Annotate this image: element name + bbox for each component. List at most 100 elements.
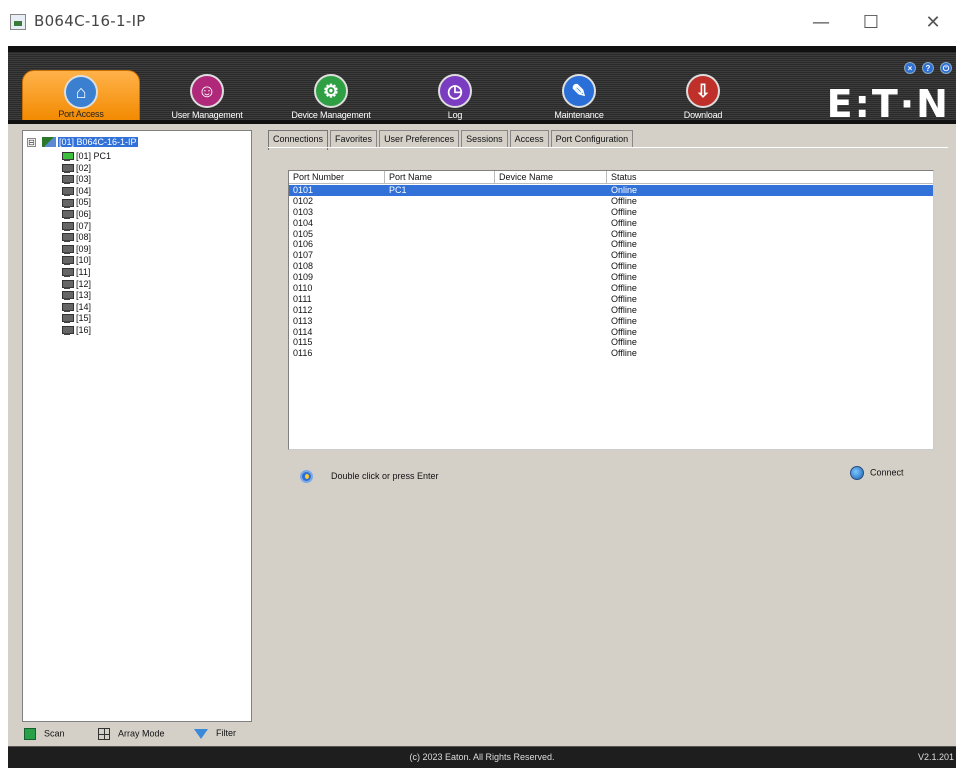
table-row[interactable]: 0106 Offline	[289, 239, 933, 250]
cell-status: Offline	[611, 337, 637, 348]
cell-status: Offline	[611, 228, 637, 239]
computer-icon	[61, 221, 74, 231]
tree-item-port-07[interactable]: [07]	[61, 221, 111, 233]
column-device-name[interactable]: Device Name	[495, 171, 607, 184]
tab-sessions[interactable]: Sessions	[461, 130, 508, 148]
computer-icon	[61, 256, 74, 266]
header-bar: ⌂ Port Access ☺ User Management ⚙ Device…	[8, 46, 956, 126]
filter-icon	[194, 728, 208, 739]
nav-log[interactable]: ◷ Log	[396, 70, 514, 122]
table-row[interactable]: 0109 Offline	[289, 272, 933, 283]
scan-button[interactable]: Scan	[24, 728, 65, 740]
tab-port-configuration[interactable]: Port Configuration	[550, 130, 634, 148]
cell-port-number: 0107	[293, 250, 314, 261]
tree-item-label: [08]	[76, 232, 92, 243]
array-mode-button[interactable]: Array Mode	[98, 728, 165, 740]
nav-label: Port Access	[58, 109, 104, 119]
tree-item-port-14[interactable]: [14]	[61, 302, 111, 314]
tree-item-port-06[interactable]: [06]	[61, 209, 111, 221]
kvm-switch-icon	[42, 137, 56, 148]
minimize-button[interactable]: —	[798, 8, 844, 38]
user-management-icon: ☺	[190, 74, 224, 108]
column-port-number[interactable]: Port Number	[289, 171, 385, 184]
nav-maintenance[interactable]: ✎ Maintenance	[520, 70, 638, 122]
tree-root-label[interactable]: [01] B064C-16-1-IP	[58, 137, 138, 148]
tab-access[interactable]: Access	[509, 130, 549, 148]
connections-panel: Connections Favorites User Preferences Sess…	[260, 124, 956, 746]
table-row[interactable]: 0103 Offline	[289, 207, 933, 218]
tree-item-port-01[interactable]: [01] PC1	[61, 151, 111, 163]
computer-icon	[61, 186, 74, 196]
cell-status: Offline	[611, 239, 637, 250]
tree-item-port-13[interactable]: [13]	[61, 290, 111, 302]
nav-label: Device Management	[291, 110, 371, 120]
help-icon[interactable]: ?	[922, 62, 934, 74]
scan-icon	[24, 728, 36, 740]
table-row[interactable]: 0107 Offline	[289, 250, 933, 261]
tree-item-port-08[interactable]: [08]	[61, 232, 111, 244]
cell-port-number: 0111	[293, 293, 312, 304]
connect-button[interactable]: Connect	[850, 466, 904, 480]
tree-item-port-04[interactable]: [04]	[61, 186, 111, 198]
tree-item-port-10[interactable]: [10]	[61, 255, 111, 267]
tab-favorites[interactable]: Favorites	[330, 130, 378, 148]
table-row[interactable]: 0104 Offline	[289, 218, 933, 229]
ports-table[interactable]: Port Number Port Name Device Name Status…	[288, 170, 934, 450]
column-status[interactable]: Status	[607, 171, 935, 184]
table-row[interactable]: 0116 Offline	[289, 348, 933, 359]
tab-user-preferences[interactable]: User Preferences	[379, 130, 460, 148]
connect-label: Connect	[870, 467, 904, 478]
nav-port-access[interactable]: ⌂ Port Access	[22, 70, 140, 122]
cell-port-number: 0113	[293, 315, 313, 326]
table-row[interactable]: 0105 Offline	[289, 229, 933, 240]
cell-status: Online	[611, 185, 638, 195]
computer-online-icon	[61, 152, 74, 162]
filter-button[interactable]: Filter	[194, 728, 236, 739]
device-management-icon: ⚙	[314, 74, 348, 108]
nav-label: Maintenance	[554, 110, 604, 120]
tree-item-port-12[interactable]: [12]	[61, 279, 111, 291]
info-bulb-icon	[300, 470, 313, 483]
table-row[interactable]: 0114 Offline	[289, 327, 933, 338]
maximize-button[interactable]: ☐	[848, 8, 894, 38]
cell-port-number: 0112	[293, 304, 313, 315]
tree-item-port-11[interactable]: [11]	[61, 267, 111, 279]
nav-download[interactable]: ⇩ Download	[644, 70, 762, 122]
tree-item-port-16[interactable]: [16]	[61, 325, 111, 337]
connect-globe-icon	[850, 466, 864, 480]
array-mode-icon	[98, 728, 110, 740]
tree-item-port-02[interactable]: [02]	[61, 163, 111, 175]
table-row[interactable]: 0101 PC1 Online	[289, 185, 933, 196]
column-port-name[interactable]: Port Name	[385, 171, 495, 184]
collapse-icon[interactable]: ⊟	[27, 137, 36, 147]
cell-port-number: 0102	[293, 195, 314, 206]
computer-icon	[61, 291, 74, 301]
status-footer: (c) 2023 Eaton. All Rights Reserved. V2.…	[8, 746, 956, 768]
table-row[interactable]: 0112 Offline	[289, 305, 933, 316]
logout-icon[interactable]: ⏻	[940, 62, 952, 74]
table-row[interactable]: 0113 Offline	[289, 316, 933, 327]
filter-label: Filter	[216, 728, 236, 738]
cell-port-number: 0103	[293, 206, 314, 217]
nav-device-management[interactable]: ⚙ Device Management	[272, 70, 390, 122]
table-row[interactable]: 0111 Offline	[289, 294, 933, 305]
close-session-icon[interactable]: ×	[904, 62, 916, 74]
copyright-text: (c) 2023 Eaton. All Rights Reserved.	[409, 752, 555, 762]
computer-icon	[61, 175, 74, 185]
close-button[interactable]: ✕	[910, 8, 956, 38]
tree-item-port-09[interactable]: [09]	[61, 244, 111, 256]
nav-user-management[interactable]: ☺ User Management	[148, 70, 266, 122]
tree-item-port-15[interactable]: [15]	[61, 313, 111, 325]
tree-item-port-03[interactable]: [03]	[61, 174, 111, 186]
cell-status: Offline	[611, 304, 637, 315]
table-row[interactable]: 0115 Offline	[289, 337, 933, 348]
tree-item-label: [10]	[76, 255, 92, 266]
tree-item-label: [07]	[76, 220, 92, 231]
table-row[interactable]: 0102 Offline	[289, 196, 933, 207]
table-row[interactable]: 0108 Offline	[289, 261, 933, 272]
port-access-icon: ⌂	[64, 75, 98, 109]
tree-root[interactable]: ⊟ [01] B064C-16-1-IP	[27, 137, 138, 149]
tree-item-port-05[interactable]: [05]	[61, 197, 111, 209]
table-row[interactable]: 0110 Offline	[289, 283, 933, 294]
tree-toolbar: Scan Array Mode Filter	[8, 724, 260, 746]
